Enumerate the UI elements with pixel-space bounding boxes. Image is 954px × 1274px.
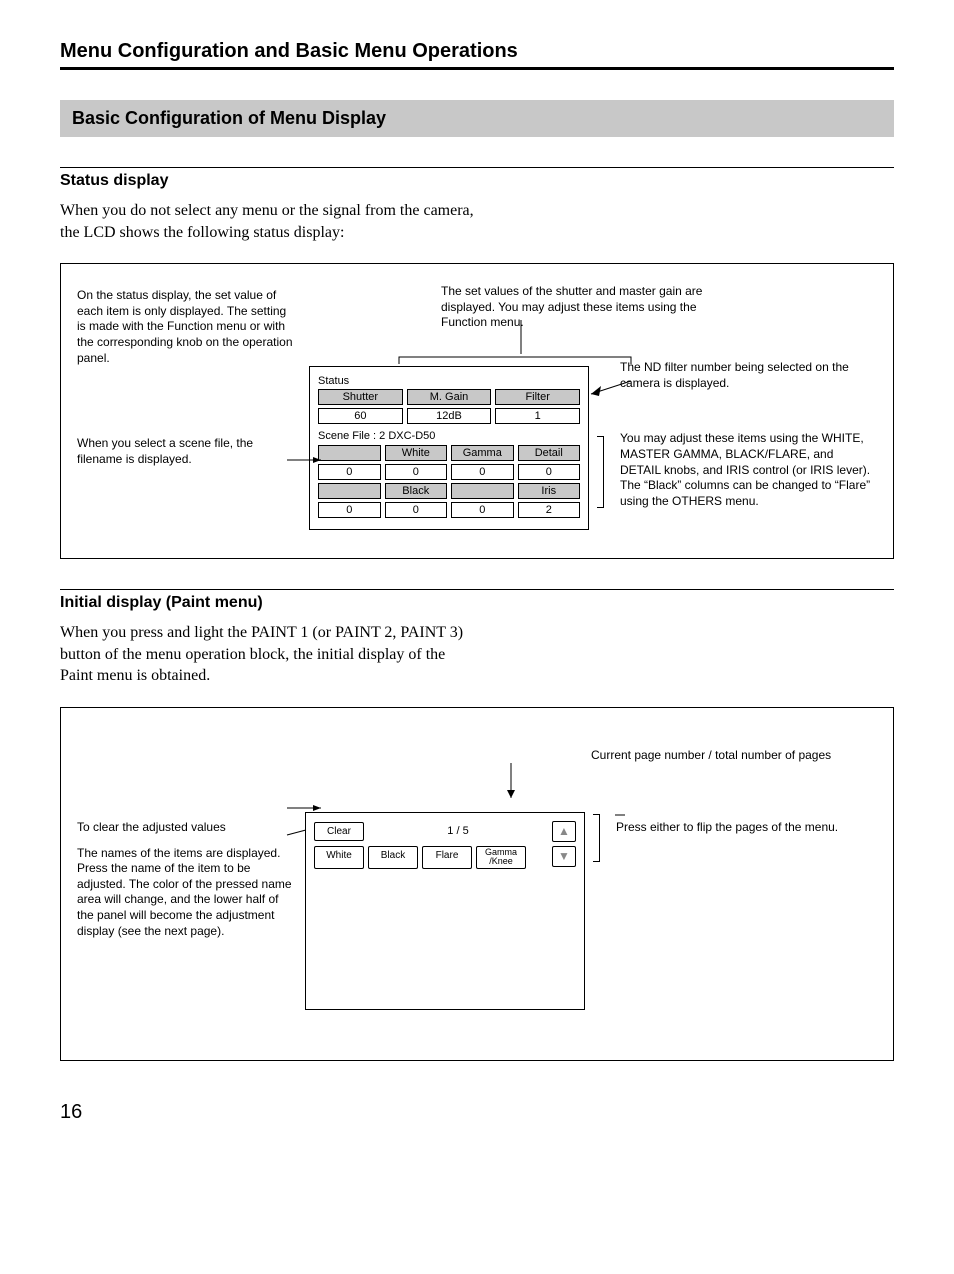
note-shutter-gain: The set values of the shutter and master… <box>441 284 721 331</box>
val-mgain: 12dB <box>407 408 492 424</box>
val-row3-2: 0 <box>451 502 514 518</box>
page-up-button[interactable]: ▲ <box>552 821 576 842</box>
hdr-row3-blank <box>318 483 381 499</box>
val-row3-0: 0 <box>318 502 381 518</box>
chapter-title: Menu Configuration and Basic Menu Operat… <box>60 40 894 63</box>
item-gamma-knee[interactable]: Gamma /Knee <box>476 846 526 869</box>
val-row2-0: 0 <box>318 464 381 480</box>
paint-lcd: Clear 1 / 5 ▲ White Black Flare Gamma /K… <box>305 812 585 1010</box>
initial-body-text: When you press and light the PAINT 1 (or… <box>60 622 480 687</box>
lcd-status-label: Status <box>318 375 580 387</box>
note-adjust-items: You may adjust these items using the WHI… <box>620 431 877 509</box>
hdr-iris: Iris <box>518 483 581 499</box>
hdr-gamma: Gamma <box>451 445 514 461</box>
val-row2-2: 0 <box>451 464 514 480</box>
initial-heading: Initial display (Paint menu) <box>60 589 894 612</box>
bracket-right <box>597 436 604 508</box>
section-title: Basic Configuration of Menu Display <box>60 100 894 137</box>
item-flare[interactable]: Flare <box>422 846 472 869</box>
status-body-text: When you do not select any menu or the s… <box>60 200 480 243</box>
status-lcd: Status Shutter M. Gain Filter 60 12dB 1 … <box>309 366 589 530</box>
hdr-row3-blank2 <box>451 483 514 499</box>
hdr-black: Black <box>385 483 448 499</box>
clear-button[interactable]: Clear <box>314 822 364 841</box>
hdr-row2-blank <box>318 445 381 461</box>
status-heading: Status display <box>60 167 894 190</box>
page-number: 16 <box>60 1101 894 1124</box>
page-indicator: 1 / 5 <box>368 825 548 837</box>
note-flip-pages: Press either to flip the pages of the me… <box>616 820 877 836</box>
hdr-mgain: M. Gain <box>407 389 492 405</box>
note-item-names: The names of the items are displayed. Pr… <box>77 846 297 940</box>
hdr-white: White <box>385 445 448 461</box>
hdr-shutter: Shutter <box>318 389 403 405</box>
val-row3-1: 0 <box>385 502 448 518</box>
chapter-rule <box>60 67 894 70</box>
val-filter: 1 <box>495 408 580 424</box>
hdr-detail: Detail <box>518 445 581 461</box>
initial-figure: Current page number / total number of pa… <box>60 707 894 1061</box>
val-row2-3: 0 <box>518 464 581 480</box>
hdr-filter: Filter <box>495 389 580 405</box>
scene-file-text: Scene File : 2 DXC-D50 <box>318 430 580 442</box>
val-row2-1: 0 <box>385 464 448 480</box>
note-scene-file: When you select a scene file, the filena… <box>77 436 297 467</box>
val-shutter: 60 <box>318 408 403 424</box>
item-white[interactable]: White <box>314 846 364 869</box>
item-black[interactable]: Black <box>368 846 418 869</box>
status-figure: The set values of the shutter and master… <box>60 263 894 559</box>
note-clear-values: To clear the adjusted values <box>77 820 297 836</box>
note-status-readonly: On the status display, the set value of … <box>77 288 297 366</box>
note-page-indicator: Current page number / total number of pa… <box>591 748 891 762</box>
note-nd-filter: The ND filter number being selected on t… <box>620 360 877 391</box>
val-row3-3: 2 <box>518 502 581 518</box>
bracket-flip <box>593 814 600 862</box>
page-down-button[interactable]: ▼ <box>552 846 576 867</box>
